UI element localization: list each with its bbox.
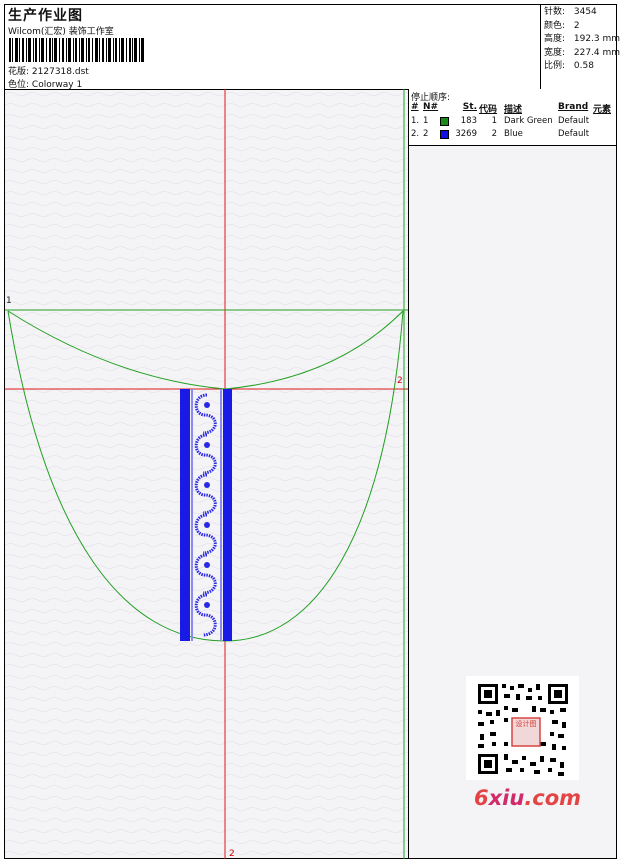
guide-label-2: 2 (397, 376, 403, 386)
guide-label-3: 2 (229, 849, 235, 859)
col-code: 代码 (479, 105, 498, 115)
header-panel: 生产作业图 Wilcom(汇宏) 装饰工作室 花版: 2127318.dst 色… (5, 5, 620, 90)
seal-stamp: 设计图 (515, 720, 537, 728)
guide-label-1: 1 (6, 296, 12, 306)
pattern-file: 花版: 2127318.dst (8, 67, 89, 77)
page-title: 生产作业图 (8, 8, 83, 24)
col-brand: Brand (558, 102, 589, 112)
design-canvas[interactable]: 1 2 2 (5, 89, 409, 859)
color-swatch (440, 117, 449, 126)
stat-scale: 比例: 0.58 (544, 61, 594, 71)
design-stats: 针数: 3454 颜色: 2 高度: 192.3 mm 宽度: 227.4 mm… (540, 5, 620, 89)
col-element: 元素 (593, 105, 612, 115)
stat-height: 高度: 192.3 mm (544, 34, 620, 44)
color-swatch (440, 130, 449, 139)
barcode-icon (9, 38, 144, 62)
col-no: N# (423, 102, 439, 112)
stat-colors: 颜色: 2 (544, 20, 580, 31)
qr-code-icon: 设计图 (466, 676, 579, 780)
design-preview (5, 89, 408, 859)
stop-sequence-header: # N# St. 代码 描述 Brand 元素 (409, 102, 616, 115)
stat-width: 宽度: 227.4 mm (544, 47, 620, 58)
col-hash: # (411, 102, 419, 112)
stop-sequence-panel: 停止顺序: # N# St. 代码 描述 Brand 元素 1. 1 183 1… (409, 89, 616, 146)
stat-stitches: 针数: 3454 (544, 7, 597, 17)
company-name: Wilcom(汇宏) 装饰工作室 (8, 27, 114, 37)
site-logo: 6xiu.com (474, 786, 582, 810)
col-description: 描述 (504, 105, 523, 115)
table-row[interactable]: 2. 2 3269 2 Blue Default (409, 129, 616, 141)
table-row[interactable]: 1. 1 183 1 Dark Green Default (409, 116, 616, 128)
col-stitches: St. (462, 102, 477, 112)
